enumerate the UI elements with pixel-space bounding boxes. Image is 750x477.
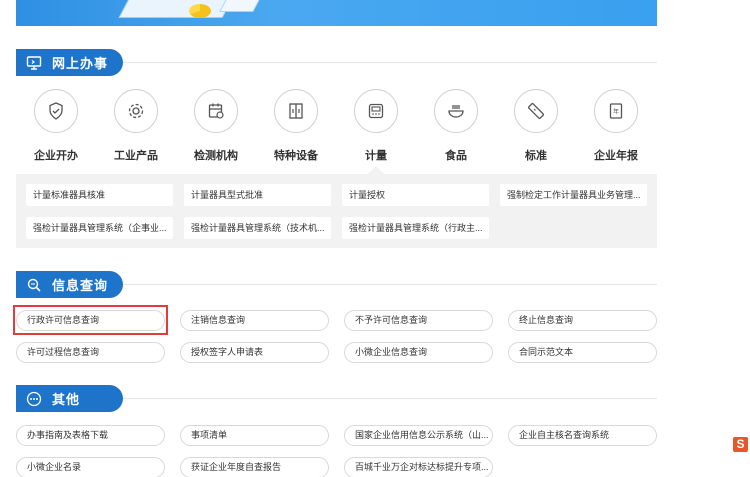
service-label: 企业年报 <box>594 150 638 162</box>
other-link[interactable]: 办事指南及表格下载 <box>16 425 165 446</box>
service-food[interactable]: 食品 <box>416 89 496 163</box>
section-title: 网上办事 <box>52 56 109 71</box>
service-label: 检测机构 <box>194 150 238 162</box>
section-header-query: 信息查询 <box>16 271 123 298</box>
submenu-item[interactable]: 计量标准器具核准 <box>26 184 173 206</box>
service-industrial-products[interactable]: 工业产品 <box>96 89 176 163</box>
service-business-start[interactable]: 企业开办 <box>16 89 96 163</box>
query-link[interactable]: 授权签字人申请表 <box>180 342 329 363</box>
other-link[interactable]: 国家企业信用信息公示系统（山... <box>344 425 493 446</box>
metrology-submenu: 计量标准器具核准 计量器具型式批准 计量授权 强制检定工作计量器具业务管理...… <box>16 174 657 248</box>
submenu-item[interactable]: 强制检定工作计量器具业务管理... <box>500 184 647 206</box>
banner-illustration-small <box>219 0 267 12</box>
service-annual-report[interactable]: 年 企业年报 <box>576 89 656 163</box>
selected-pointer <box>368 166 384 174</box>
service-metrology[interactable]: 计量 <box>336 89 416 163</box>
section-title: 其他 <box>52 392 81 407</box>
query-link[interactable]: 许可过程信息查询 <box>16 342 165 363</box>
other-link[interactable]: 企业自主核名查询系统 <box>508 425 657 446</box>
submenu-item[interactable]: 强检计量器具管理系统（企事业... <box>26 217 173 239</box>
elevator-icon <box>274 89 318 133</box>
monitor-icon <box>26 55 42 71</box>
query-link[interactable]: 合同示范文本 <box>508 342 657 363</box>
section-header-online: 网上办事 <box>16 49 123 76</box>
shield-icon <box>34 89 78 133</box>
svg-text:年: 年 <box>613 108 619 116</box>
other-link[interactable]: 事项清单 <box>180 425 329 446</box>
food-bowl-icon <box>434 89 478 133</box>
ruler-icon <box>514 89 558 133</box>
service-testing-institutions[interactable]: 检测机构 <box>176 89 256 163</box>
search-icon <box>26 277 42 293</box>
submenu-item[interactable]: 计量授权 <box>342 184 489 206</box>
gear-icon <box>114 89 158 133</box>
service-standards[interactable]: 标准 <box>496 89 576 163</box>
other-link[interactable]: 百城千业万企对标达标提升专项... <box>344 457 493 477</box>
service-label: 食品 <box>445 150 467 162</box>
submenu-item[interactable]: 强检计量器具管理系统（技术机... <box>184 217 331 239</box>
section-title: 信息查询 <box>52 278 109 293</box>
top-banner <box>16 0 657 26</box>
query-link[interactable]: 小微企业信息查询 <box>344 342 493 363</box>
service-label: 标准 <box>525 150 547 162</box>
more-dots-icon <box>26 391 42 407</box>
calendar-check-icon <box>194 89 238 133</box>
query-link[interactable]: 不予许可信息查询 <box>344 310 493 331</box>
section-header-other: 其他 <box>16 385 123 412</box>
submenu-item[interactable]: 强检计量器具管理系统（行政主... <box>342 217 489 239</box>
year-report-icon: 年 <box>594 89 638 133</box>
query-link[interactable]: 终止信息查询 <box>508 310 657 331</box>
service-label: 企业开办 <box>34 150 78 162</box>
pie-chart-icon <box>189 4 211 18</box>
selection-highlight-box <box>13 305 168 335</box>
service-label: 计量 <box>365 150 387 162</box>
other-link[interactable]: 获证企业年度自查报告 <box>180 457 329 477</box>
service-label: 工业产品 <box>114 150 158 162</box>
service-special-equipment[interactable]: 特种设备 <box>256 89 336 163</box>
service-label: 特种设备 <box>274 150 318 162</box>
corner-logo[interactable]: S <box>733 437 748 452</box>
submenu-item[interactable]: 计量器具型式批准 <box>184 184 331 206</box>
other-link[interactable]: 小微企业名录 <box>16 457 165 477</box>
scale-display-icon <box>354 89 398 133</box>
query-link[interactable]: 注销信息查询 <box>180 310 329 331</box>
